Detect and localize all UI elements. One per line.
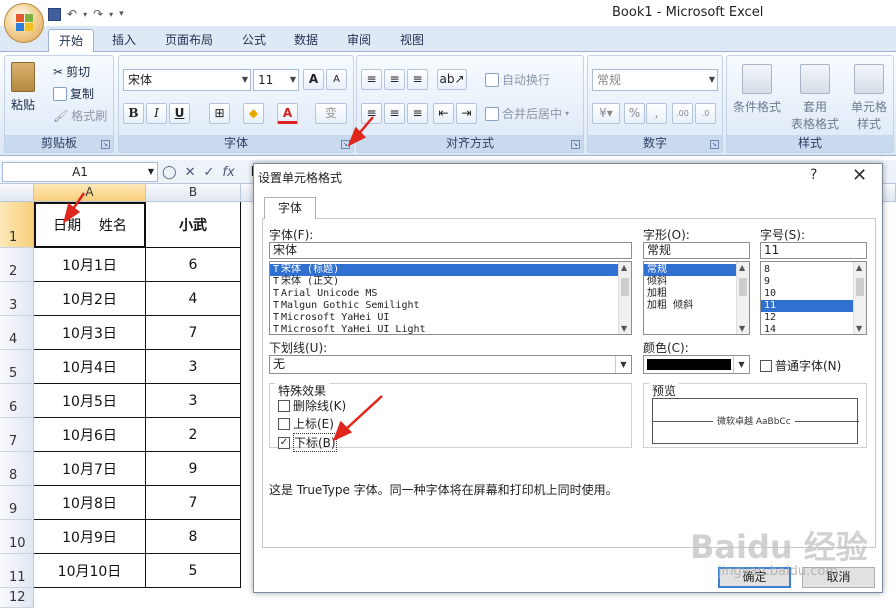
arrow-subscript — [344, 395, 383, 431]
office-logo-icon — [16, 14, 34, 32]
tab-font[interactable]: 字体 — [264, 197, 316, 219]
arrow-head-a1 — [62, 202, 81, 224]
office-button[interactable] — [4, 3, 44, 43]
baidu-watermark: Baidu 经验 — [690, 528, 868, 566]
annotation-arrows — [62, 116, 383, 442]
arrow-head-subscript — [332, 420, 353, 442]
watermark-url: jingyan.baidu.com — [718, 564, 838, 579]
